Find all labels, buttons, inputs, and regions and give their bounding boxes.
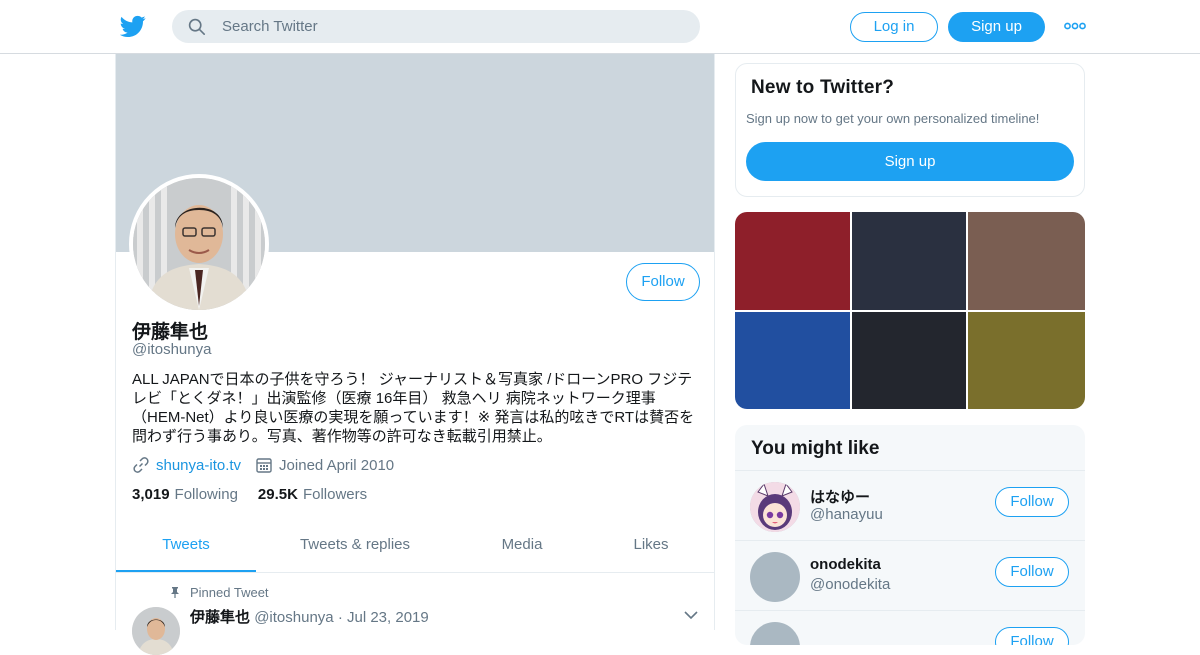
media-tile[interactable] (852, 312, 966, 409)
suggested-user-handle[interactable]: @onodekita (810, 576, 890, 593)
followers-count[interactable]: 29.5K (258, 486, 298, 503)
bio-line: 問わず行う事あり。写真、著作物等の許可なき転載引用禁止。 (132, 428, 552, 445)
signup-button[interactable]: Sign up (948, 12, 1045, 42)
sidebar-signup-button[interactable]: Sign up (746, 142, 1074, 181)
suggested-user-handle[interactable]: @hanayuu (810, 506, 883, 523)
chevron-down-icon[interactable] (684, 610, 698, 620)
link-icon (133, 457, 149, 473)
bio-line: レビ「とくダネ！」出演監修（医療 16年目） 救急ヘリ 病院ネットワーク理事 (132, 390, 656, 407)
media-tile[interactable] (852, 212, 966, 310)
twitter-bird-icon[interactable] (120, 13, 146, 39)
profile-joined-date: Joined April 2010 (279, 456, 395, 474)
follow-button[interactable]: Follow (626, 263, 700, 301)
following-count[interactable]: 3,019 (132, 486, 170, 503)
new-to-twitter-subtitle: Sign up now to get your own personalized… (746, 111, 1040, 126)
search-input[interactable] (222, 10, 682, 43)
media-grid (735, 212, 1085, 409)
suggested-user-avatar[interactable] (750, 482, 800, 532)
media-tile[interactable] (735, 212, 850, 310)
tweet-avatar[interactable] (132, 607, 180, 655)
tweet-author-handle[interactable]: @itoshunya (254, 609, 333, 626)
profile-avatar[interactable] (129, 174, 269, 314)
suggested-user-name[interactable]: onodekita (810, 556, 881, 573)
tab-tweets-and-replies[interactable]: Tweets & replies (286, 524, 424, 572)
suggested-user-follow-button[interactable]: Follow (995, 557, 1069, 587)
suggested-user-row[interactable]: onodekita @onodekita Follow (735, 540, 1085, 610)
tab-likes[interactable]: Likes (616, 524, 686, 572)
profile-stats: 3,019 Following 29.5K Followers (132, 486, 387, 503)
tweet-separator: · (337, 609, 343, 626)
profile-tabs: Tweets Tweets & replies Media Likes (116, 524, 714, 573)
profile-photo (133, 178, 265, 310)
anime-avatar-image (750, 482, 800, 532)
media-tile[interactable] (968, 312, 1085, 409)
calendar-icon (256, 458, 272, 473)
more-icon[interactable] (1064, 20, 1086, 32)
profile-display-name: 伊藤隼也 (132, 322, 209, 343)
search-box[interactable] (172, 10, 700, 43)
suggested-user-avatar[interactable] (750, 622, 800, 645)
media-tile[interactable] (735, 312, 850, 409)
you-might-like-card: You might like はなゆー @hanayuu Follow onod… (735, 425, 1085, 645)
tweet-author-name[interactable]: 伊藤隼也 (190, 609, 250, 626)
new-to-twitter-title: New to Twitter? (751, 77, 895, 98)
profile-meta: shunya-ito.tv Joined April 2010 (132, 454, 394, 476)
pinned-tweet-label: Pinned Tweet (190, 585, 269, 600)
login-button[interactable]: Log in (850, 12, 938, 42)
tab-media[interactable]: Media (486, 524, 558, 572)
suggested-user-follow-button[interactable]: Follow (995, 487, 1069, 517)
bio-line: （HEM-Net）より良い医療の実現を願っています！※ 発言は私的呟きでRTは賛… (132, 409, 695, 426)
top-navigation-bar: Log in Sign up (0, 0, 1200, 54)
tweet-author-photo (132, 607, 180, 655)
search-icon (188, 18, 206, 36)
you-might-like-title: You might like (751, 438, 880, 459)
profile-bio: ALL JAPANで日本の子供を守ろう！ ジャーナリスト＆写真家 /ドローンPR… (132, 370, 704, 446)
followers-label[interactable]: Followers (303, 486, 367, 503)
pin-icon (171, 587, 179, 598)
suggested-user-name[interactable]: はなゆー (810, 486, 870, 507)
tweet-header: 伊藤隼也 @itoshunya · Jul 23, 2019 (190, 606, 429, 627)
suggested-user-row[interactable]: Follow (735, 610, 1085, 645)
profile-column: Follow 伊藤隼也 @itoshunya ALL JAPANで日本の子供を守… (115, 54, 715, 655)
suggested-user-avatar[interactable] (750, 552, 800, 602)
new-to-twitter-card: New to Twitter? Sign up now to get your … (735, 63, 1085, 197)
profile-website-link[interactable]: shunya-ito.tv (156, 457, 241, 474)
following-label[interactable]: Following (175, 486, 238, 503)
tab-tweets[interactable]: Tweets (116, 524, 256, 572)
bio-line: ALL JAPANで日本の子供を守ろう！ ジャーナリスト＆写真家 /ドローンPR… (132, 371, 693, 388)
tweet-date[interactable]: Jul 23, 2019 (347, 609, 429, 626)
profile-handle: @itoshunya (132, 341, 212, 358)
media-tile[interactable] (968, 212, 1085, 310)
suggested-user-row[interactable]: はなゆー @hanayuu Follow (735, 470, 1085, 540)
